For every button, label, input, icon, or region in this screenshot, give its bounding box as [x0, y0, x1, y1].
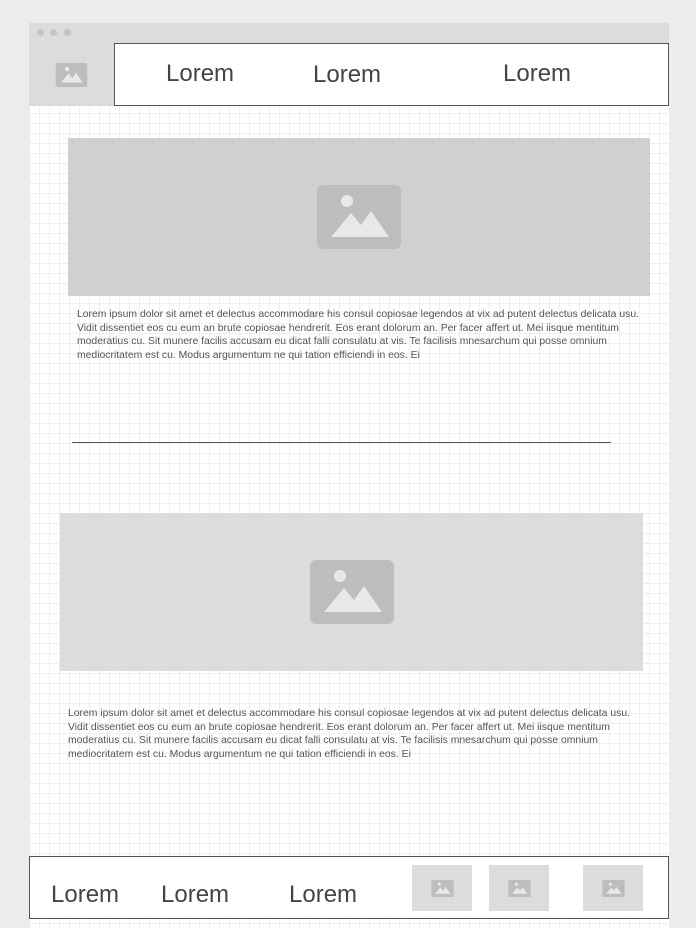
image-placeholder-icon: [317, 185, 401, 249]
nav-link-3[interactable]: Lorem: [503, 60, 571, 88]
nav-link-1[interactable]: Lorem: [166, 60, 234, 88]
section-divider: [72, 442, 611, 443]
image-placeholder-icon: [430, 879, 454, 897]
footer-thumbnail-2[interactable]: [489, 865, 549, 911]
browser-window: Lorem Lorem Lorem Lorem ipsum dolor sit …: [29, 23, 669, 928]
hero-image-2: [60, 513, 643, 671]
footer-link-1[interactable]: Lorem: [51, 881, 119, 909]
footer-link-3[interactable]: Lorem: [289, 881, 357, 909]
logo[interactable]: [29, 43, 114, 106]
nav-link-2[interactable]: Lorem: [313, 61, 381, 89]
section-2-text: Lorem ipsum dolor sit amet et delectus a…: [68, 708, 630, 760]
section-1-text: Lorem ipsum dolor sit amet et delectus a…: [77, 309, 639, 361]
hero-image-1: [68, 138, 650, 296]
footer-thumbnail-1[interactable]: [412, 865, 472, 911]
top-navigation: Lorem Lorem Lorem: [114, 43, 669, 106]
window-titlebar: [29, 23, 669, 43]
window-dot: [64, 29, 71, 36]
image-placeholder-icon: [309, 560, 394, 624]
image-placeholder-icon: [55, 62, 88, 87]
footer-link-2[interactable]: Lorem: [161, 881, 229, 909]
window-dot: [50, 29, 57, 36]
footer-thumbnail-3[interactable]: [583, 865, 643, 911]
window-dot: [37, 29, 44, 36]
image-placeholder-icon: [507, 879, 531, 897]
image-placeholder-icon: [601, 879, 625, 897]
footer: Lorem Lorem Lorem: [29, 856, 669, 919]
